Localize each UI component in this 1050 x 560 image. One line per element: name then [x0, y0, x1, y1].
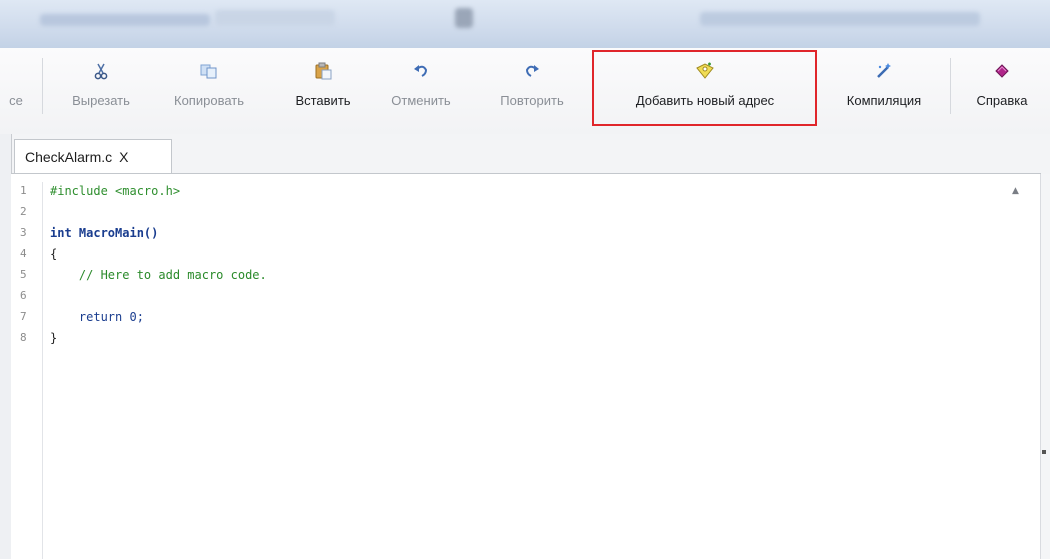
code-line[interactable]: int MacroMain() — [50, 226, 158, 240]
line-number: 8 — [20, 331, 27, 344]
code-line[interactable]: } — [50, 331, 57, 345]
code-editor[interactable] — [11, 173, 1041, 560]
compile-wand-icon — [874, 61, 894, 81]
copy-label: Копировать — [174, 93, 244, 108]
line-number-gutter — [12, 182, 43, 559]
scrollbar-grip[interactable] — [1042, 450, 1046, 454]
partial-button-label: ce — [9, 93, 23, 108]
line-number: 7 — [20, 310, 27, 323]
highlight-box — [592, 50, 817, 126]
undo-label: Отменить — [391, 93, 451, 108]
help-label: Справка — [976, 93, 1028, 108]
partial-toolbar-button[interactable]: ce — [6, 55, 26, 121]
copy-button[interactable]: Копировать — [153, 55, 265, 121]
undo-button[interactable]: Отменить — [376, 55, 466, 121]
cut-label: Вырезать — [72, 93, 130, 108]
paste-icon — [313, 61, 333, 81]
line-number: 5 — [20, 268, 27, 281]
undo-icon — [411, 61, 431, 81]
code-line[interactable]: // Here to add macro code. — [50, 268, 267, 282]
scroll-up-arrow-icon[interactable]: ▲ — [1012, 186, 1019, 196]
redo-label: Повторить — [500, 93, 564, 108]
copy-icon — [199, 61, 219, 81]
toolbar-separator — [950, 58, 951, 114]
blurred-title-bar — [0, 0, 1050, 48]
vertical-scrollbar[interactable] — [1040, 174, 1050, 559]
compile-button[interactable]: Компиляция — [826, 55, 942, 121]
paste-label: Вставить — [295, 93, 351, 108]
help-book-icon — [992, 61, 1012, 81]
line-number: 4 — [20, 247, 27, 260]
help-button[interactable]: Справка — [962, 55, 1042, 121]
tab-close-button[interactable]: X — [119, 149, 128, 165]
redo-button[interactable]: Повторить — [480, 55, 584, 121]
redo-icon — [522, 61, 542, 81]
tab-title: CheckAlarm.c — [25, 148, 113, 165]
line-number: 2 — [20, 205, 27, 218]
toolbar-separator — [42, 58, 43, 114]
paste-button[interactable]: Вставить — [280, 55, 366, 121]
line-number: 3 — [20, 226, 27, 239]
line-number: 1 — [20, 184, 27, 197]
cut-button[interactable]: Вырезать — [54, 55, 148, 121]
code-line[interactable]: return 0; — [50, 310, 144, 324]
line-number: 6 — [20, 289, 27, 302]
compile-label: Компиляция — [846, 93, 922, 108]
code-line[interactable]: { — [50, 247, 57, 261]
tab-checkalarm[interactable]: CheckAlarm.c X — [14, 139, 172, 173]
scissors-icon — [91, 61, 111, 81]
code-line[interactable]: #include <macro.h> — [50, 184, 180, 198]
